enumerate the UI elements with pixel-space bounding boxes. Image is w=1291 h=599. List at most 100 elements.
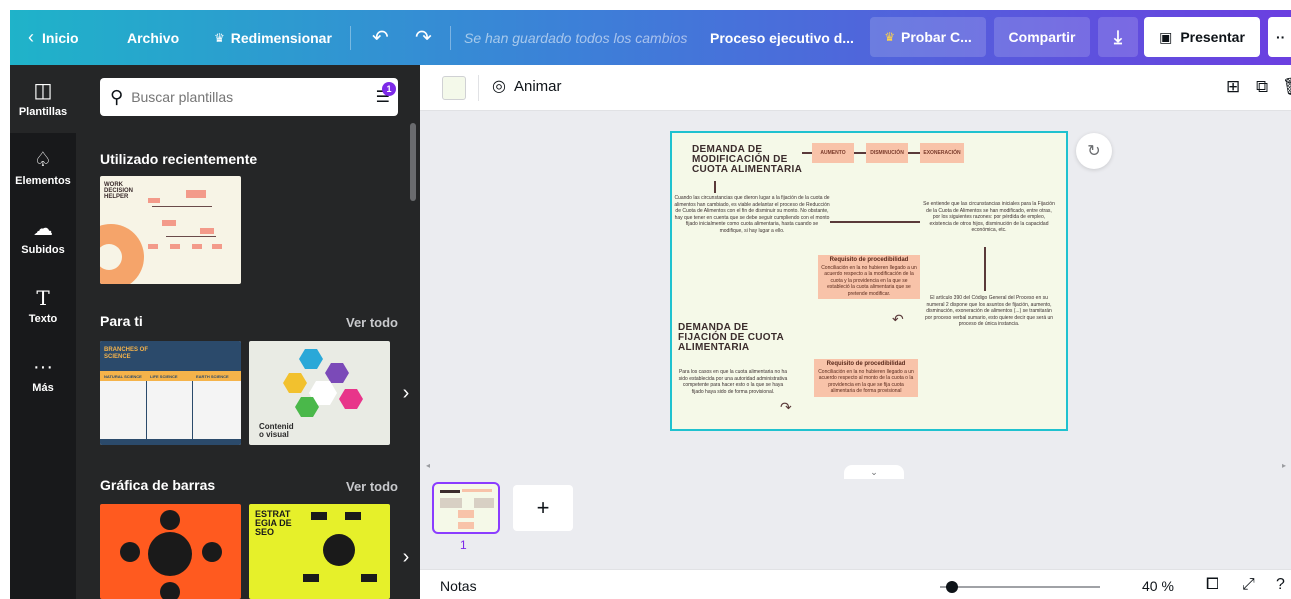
connector-line xyxy=(714,181,716,193)
background-color-swatch[interactable] xyxy=(442,76,466,100)
circle-graphic xyxy=(202,542,222,562)
text-right-paragraph[interactable]: Se entiende que las circunstancias inici… xyxy=(922,201,1056,234)
more-icon: ··· xyxy=(33,355,53,378)
rail-item-more[interactable]: ··· Más xyxy=(10,341,76,409)
requirement-title: Requisito de procedibilidad xyxy=(826,361,906,367)
hexagon-shape xyxy=(339,389,363,409)
more-button[interactable]: ·· xyxy=(1268,17,1291,57)
hexagon-shape xyxy=(325,363,349,383)
crown-icon: ♛ xyxy=(214,30,225,45)
share-button[interactable]: Compartir xyxy=(994,17,1090,57)
circle-graphic xyxy=(148,532,192,576)
box-increase[interactable]: AUMENTO xyxy=(812,143,854,163)
requirement-title: Requisito de procedibilidad xyxy=(829,257,909,263)
flow-box xyxy=(170,244,180,249)
zoom-slider-handle[interactable] xyxy=(946,581,958,593)
chevron-right-icon[interactable]: › xyxy=(396,539,416,575)
redo-icon[interactable]: ↷ xyxy=(415,10,432,65)
thumb-title: WORK DECISION HELPER xyxy=(104,182,134,200)
flow-box xyxy=(361,574,377,582)
search-input[interactable] xyxy=(131,89,352,105)
divider xyxy=(478,75,479,101)
template-thumb-recent[interactable]: WORK DECISION HELPER xyxy=(100,176,241,284)
home-button[interactable]: ‹ Inicio xyxy=(28,10,79,65)
text-bottom-paragraph[interactable]: Para los casos en que la cuota alimentar… xyxy=(678,369,788,395)
rail-item-text[interactable]: T Texto xyxy=(10,272,76,340)
zoom-level[interactable]: 40 % xyxy=(1142,578,1174,594)
document-title[interactable]: Proceso ejecutivo d... xyxy=(710,10,854,65)
animate-button[interactable]: ◎ Animar xyxy=(492,76,561,96)
pages-strip: ⌄ 1 + xyxy=(420,465,1291,569)
canvas-area: DEMANDA DE MODIFICACIÓN DE CUOTA ALIMENT… xyxy=(420,111,1291,471)
requirement-box-2[interactable]: Requisito de procedibilidad Conciliación… xyxy=(814,359,918,397)
undo-icon[interactable]: ↶ xyxy=(372,10,389,65)
circle-graphic xyxy=(160,510,180,530)
rail-item-templates[interactable]: ◫ Plantillas xyxy=(10,65,76,133)
flow-box xyxy=(311,512,327,520)
templates-panel: ⚲ ☰ 1 Utilizado recientemente WORK DECIS… xyxy=(76,65,420,599)
editor-toolbar: ◎ Animar ⊞ ⧉ 🗑 xyxy=(420,65,1291,111)
present-button[interactable]: ▣ Presentar xyxy=(1144,17,1260,57)
requirement-box-1[interactable]: Requisito de procedibilidad Conciliación… xyxy=(818,255,920,299)
see-all-link[interactable]: Ver todo xyxy=(346,479,398,494)
thumb-col-label: LIFE SCIENCE xyxy=(150,374,178,379)
section-title-for-you: Para ti xyxy=(100,313,143,329)
file-menu-button[interactable]: Archivo xyxy=(127,10,179,65)
text-article-paragraph[interactable]: El artículo 390 del Código General del P… xyxy=(922,295,1056,328)
present-icon: ▣ xyxy=(1159,28,1173,45)
zoom-slider-track[interactable] xyxy=(940,586,1100,588)
chevron-down-icon[interactable]: ⌄ xyxy=(844,465,904,479)
download-icon[interactable]: ⤓ xyxy=(1098,17,1138,57)
text-icon: T xyxy=(36,285,50,310)
scroll-left-icon[interactable]: ◂ xyxy=(426,461,430,470)
hexagon-shape xyxy=(299,349,323,369)
add-page-icon[interactable]: ⊞ xyxy=(1226,77,1240,97)
thumb-divider xyxy=(192,381,193,445)
page-view-icon[interactable]: ⧠ xyxy=(1206,576,1219,594)
duplicate-page-icon[interactable]: ⧉ xyxy=(1256,77,1268,97)
see-all-link[interactable]: Ver todo xyxy=(346,315,398,330)
chevron-right-icon[interactable]: › xyxy=(396,375,416,411)
delete-page-icon[interactable]: 🗑 xyxy=(1282,77,1291,97)
help-icon[interactable]: ? xyxy=(1276,576,1285,594)
try-pro-button[interactable]: ♛ Probar C... xyxy=(870,17,986,57)
heading-modification[interactable]: DEMANDA DE MODIFICACIÓN DE CUOTA ALIMENT… xyxy=(692,145,812,175)
add-page-button[interactable]: + xyxy=(513,485,573,531)
search-icon: ⚲ xyxy=(110,86,124,107)
template-thumb-seo[interactable]: ESTRAT EGIA DE SEO xyxy=(249,504,390,599)
flow-box xyxy=(148,198,160,203)
scrollbar[interactable] xyxy=(410,123,416,201)
rail-item-elements[interactable]: ♤ Elementos xyxy=(10,134,76,202)
search-box: ⚲ ☰ 1 xyxy=(100,78,398,116)
curved-arrow-icon: ↷ xyxy=(780,399,792,415)
notes-button[interactable]: Notas xyxy=(440,578,477,594)
design-page[interactable]: DEMANDA DE MODIFICACIÓN DE CUOTA ALIMENT… xyxy=(670,131,1068,431)
scroll-right-icon[interactable]: ▸ xyxy=(1282,461,1286,470)
chevron-left-icon: ‹ xyxy=(28,27,34,47)
box-exoneration[interactable]: EXONERACIÓN xyxy=(920,143,964,163)
divider xyxy=(450,26,451,50)
connector-line xyxy=(830,221,920,223)
template-thumb-branches[interactable]: BRANCHES OF SCIENCE NATURAL SCIENCE LIFE… xyxy=(100,341,241,445)
side-rail: ◫ Plantillas ♤ Elementos ☁ Subidos T Tex… xyxy=(10,65,76,599)
fullscreen-icon[interactable]: ⤢ xyxy=(1242,576,1255,594)
resize-button[interactable]: ♛ Redimensionar xyxy=(214,10,332,65)
circle-graphic xyxy=(160,582,180,599)
layout-icon: ◫ xyxy=(33,79,53,102)
template-thumb-visual-content[interactable]: Contenid o visual xyxy=(249,341,390,445)
flow-line xyxy=(166,236,216,237)
thumb-title: ESTRAT EGIA DE SEO xyxy=(255,509,292,537)
connector-line xyxy=(908,152,920,154)
thumb-col-label: EARTH SCIENCE xyxy=(196,374,229,379)
page-thumbnail[interactable] xyxy=(432,482,500,534)
curved-arrow-icon: ↶ xyxy=(892,311,904,327)
text-left-paragraph[interactable]: Cuando las circunstancias que dieron lug… xyxy=(674,195,830,234)
box-decrease[interactable]: DISMINUCIÓN xyxy=(866,143,908,163)
circle-graphic xyxy=(323,534,355,566)
comment-add-icon[interactable]: ↻ xyxy=(1076,133,1112,169)
rail-item-uploads[interactable]: ☁ Subidos xyxy=(10,203,76,271)
template-thumb-bar-1[interactable] xyxy=(100,504,241,599)
flow-box xyxy=(345,512,361,520)
heading-fixation[interactable]: DEMANDA DE FIJACIÓN DE CUOTA ALIMENTARIA xyxy=(678,323,798,353)
connector-line xyxy=(802,152,812,154)
